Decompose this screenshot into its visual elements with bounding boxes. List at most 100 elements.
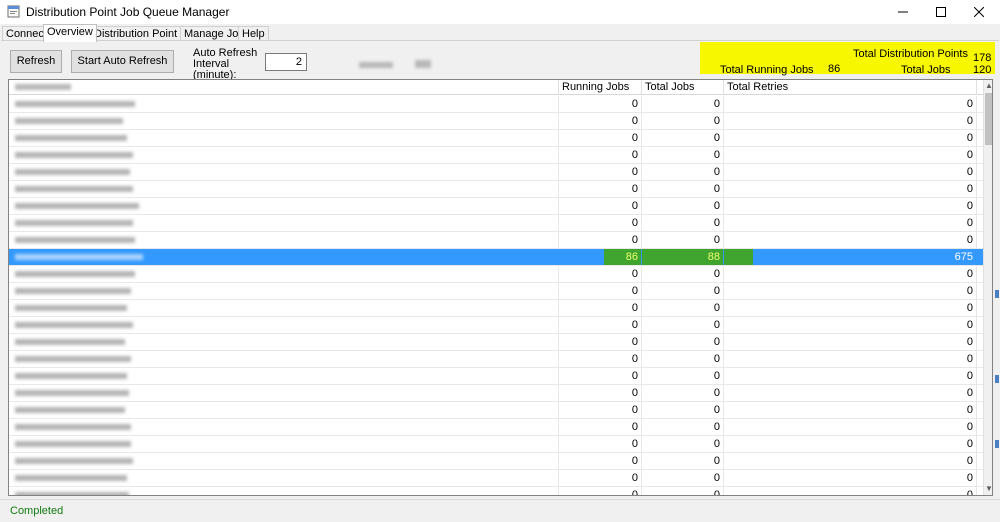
table-row[interactable]: 000 (9, 334, 983, 351)
cell-server-name[interactable] (9, 402, 559, 418)
table-row[interactable]: 000 (9, 402, 983, 419)
chevron-up-icon[interactable]: ▲ (984, 80, 992, 92)
cell-total-jobs[interactable]: 0 (642, 334, 724, 350)
close-button[interactable] (962, 0, 996, 24)
cell-running-jobs[interactable]: 0 (559, 198, 642, 214)
cell-running-jobs[interactable]: 0 (559, 283, 642, 299)
cell-server-name[interactable] (9, 249, 559, 265)
cell-server-name[interactable] (9, 198, 559, 214)
cell-server-name[interactable] (9, 351, 559, 367)
cell-total-jobs[interactable]: 0 (642, 96, 724, 112)
cell-total-jobs[interactable]: 0 (642, 436, 724, 452)
maximize-button[interactable] (924, 0, 958, 24)
table-row[interactable]: 86 88 675 (9, 249, 983, 266)
column-header-total-retries[interactable]: Total Retries (724, 80, 977, 95)
cell-running-jobs[interactable]: 0 (559, 130, 642, 146)
cell-running-jobs[interactable]: 0 (559, 266, 642, 282)
cell-total-retries[interactable]: 0 (724, 130, 977, 146)
cell-running-jobs[interactable]: 0 (559, 96, 642, 112)
cell-total-jobs[interactable]: 0 (642, 470, 724, 486)
column-header-running-jobs[interactable]: Running Jobs (559, 80, 642, 95)
cell-total-jobs[interactable]: 0 (642, 164, 724, 180)
table-row[interactable]: 000 (9, 436, 983, 453)
cell-total-jobs[interactable]: 0 (642, 402, 724, 418)
cell-total-retries[interactable]: 0 (724, 266, 977, 282)
cell-server-name[interactable] (9, 147, 559, 163)
cell-total-retries[interactable]: 0 (724, 351, 977, 367)
cell-running-jobs[interactable]: 0 (559, 385, 642, 401)
cell-total-retries[interactable]: 0 (724, 147, 977, 163)
cell-total-retries[interactable]: 0 (724, 453, 977, 469)
cell-server-name[interactable] (9, 470, 559, 486)
table-row[interactable]: 000 (9, 453, 983, 470)
minimize-button[interactable] (886, 0, 920, 24)
cell-running-jobs[interactable]: 0 (559, 368, 642, 384)
table-row[interactable]: 000 (9, 385, 983, 402)
cell-total-jobs[interactable]: 0 (642, 283, 724, 299)
table-row[interactable]: 000 (9, 266, 983, 283)
cell-total-jobs[interactable]: 0 (642, 453, 724, 469)
cell-running-jobs[interactable]: 0 (559, 419, 642, 435)
cell-server-name[interactable] (9, 215, 559, 231)
cell-total-jobs[interactable]: 0 (642, 147, 724, 163)
cell-server-name[interactable] (9, 164, 559, 180)
cell-running-jobs[interactable]: 0 (559, 113, 642, 129)
cell-server-name[interactable] (9, 487, 559, 495)
column-header-total-jobs[interactable]: Total Jobs (642, 80, 724, 95)
cell-server-name[interactable] (9, 419, 559, 435)
table-row[interactable]: 000 (9, 487, 983, 495)
refresh-button[interactable]: Refresh (10, 50, 62, 73)
cell-total-retries[interactable]: 0 (724, 232, 977, 248)
cell-running-jobs[interactable]: 0 (559, 317, 642, 333)
cell-server-name[interactable] (9, 334, 559, 350)
cell-total-retries[interactable]: 0 (724, 181, 977, 197)
cell-total-retries[interactable]: 675 (724, 249, 977, 265)
cell-total-retries[interactable]: 0 (724, 300, 977, 316)
vertical-scrollbar[interactable]: ▲ ▼ (983, 80, 992, 495)
chevron-down-icon[interactable]: ▼ (984, 483, 992, 495)
table-row[interactable]: 000 (9, 147, 983, 164)
cell-server-name[interactable] (9, 181, 559, 197)
start-auto-refresh-button[interactable]: Start Auto Refresh (71, 50, 174, 73)
cell-total-jobs[interactable]: 0 (642, 181, 724, 197)
table-row[interactable]: 000 (9, 300, 983, 317)
cell-total-retries[interactable]: 0 (724, 113, 977, 129)
scroll-thumb[interactable] (985, 93, 992, 145)
cell-running-jobs[interactable]: 0 (559, 351, 642, 367)
cell-running-jobs[interactable]: 0 (559, 470, 642, 486)
cell-total-retries[interactable]: 0 (724, 334, 977, 350)
table-row[interactable]: 000 (9, 232, 983, 249)
cell-total-retries[interactable]: 0 (724, 164, 977, 180)
cell-running-jobs[interactable]: 0 (559, 181, 642, 197)
table-row[interactable]: 000 (9, 198, 983, 215)
table-row[interactable]: 000 (9, 317, 983, 334)
cell-total-jobs[interactable]: 0 (642, 232, 724, 248)
cell-total-jobs[interactable]: 0 (642, 266, 724, 282)
title-bar[interactable]: Distribution Point Job Queue Manager (0, 0, 1000, 24)
cell-total-retries[interactable]: 0 (724, 96, 977, 112)
interval-input[interactable] (265, 53, 307, 71)
cell-total-jobs[interactable]: 0 (642, 198, 724, 214)
cell-total-retries[interactable]: 0 (724, 317, 977, 333)
cell-server-name[interactable] (9, 385, 559, 401)
cell-total-jobs[interactable]: 0 (642, 351, 724, 367)
cell-total-jobs[interactable]: 0 (642, 113, 724, 129)
cell-running-jobs[interactable]: 0 (559, 147, 642, 163)
cell-total-jobs[interactable]: 88 (642, 249, 724, 265)
table-row[interactable]: 000 (9, 130, 983, 147)
table-row[interactable]: 000 (9, 96, 983, 113)
cell-running-jobs[interactable]: 0 (559, 487, 642, 495)
cell-total-jobs[interactable]: 0 (642, 487, 724, 495)
cell-total-retries[interactable]: 0 (724, 419, 977, 435)
cell-total-jobs[interactable]: 0 (642, 130, 724, 146)
cell-server-name[interactable] (9, 232, 559, 248)
table-row[interactable]: 000 (9, 181, 983, 198)
cell-total-jobs[interactable]: 0 (642, 300, 724, 316)
cell-server-name[interactable] (9, 130, 559, 146)
cell-server-name[interactable] (9, 96, 559, 112)
cell-running-jobs[interactable]: 0 (559, 334, 642, 350)
cell-total-retries[interactable]: 0 (724, 402, 977, 418)
cell-running-jobs[interactable]: 86 (559, 249, 642, 265)
table-row[interactable]: 000 (9, 419, 983, 436)
cell-server-name[interactable] (9, 300, 559, 316)
